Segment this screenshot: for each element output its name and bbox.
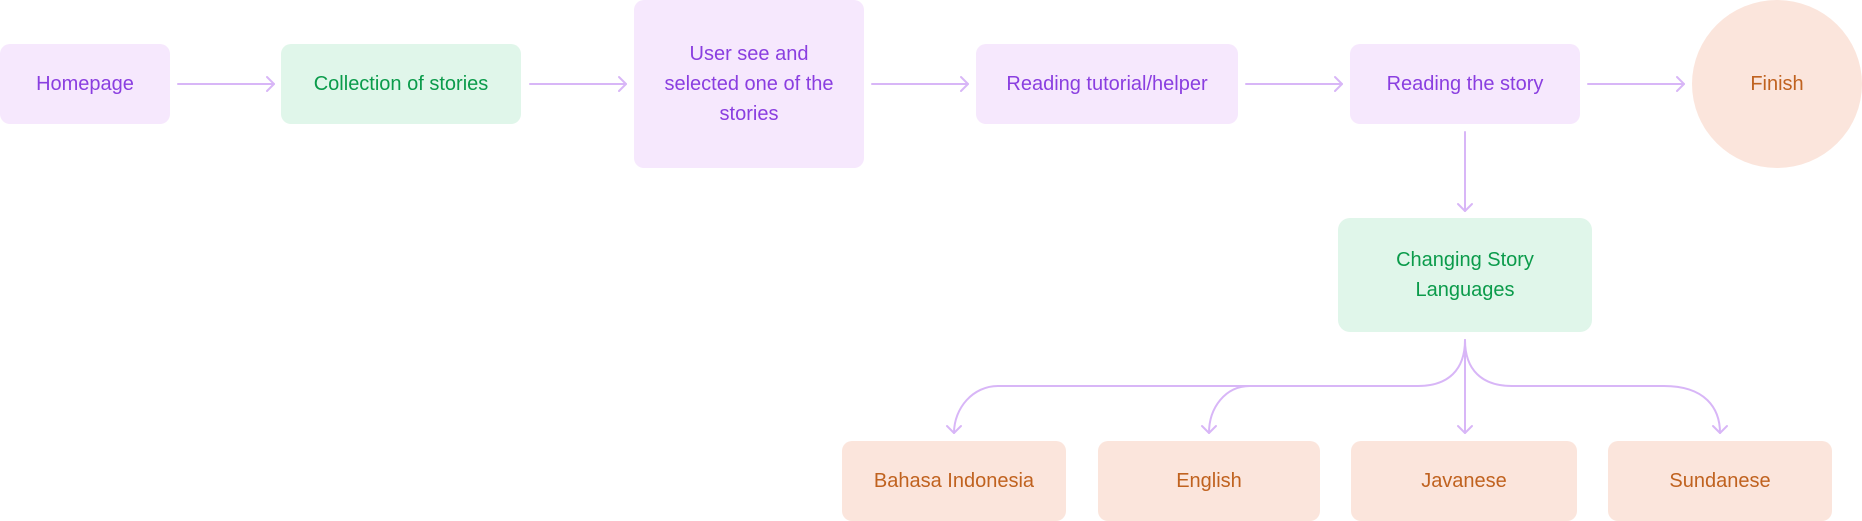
- node-tutorial-label: Reading tutorial/helper: [1006, 73, 1208, 95]
- node-finish-label: Finish: [1750, 73, 1804, 95]
- node-change-language-label: Changing Story Languages: [1396, 249, 1534, 301]
- edge-tutorial-reading: [1245, 76, 1343, 92]
- node-english-label: English: [1176, 470, 1242, 492]
- node-select-story-label: User see and selected one of the stories: [664, 43, 834, 125]
- edge-select-tutorial: [871, 76, 969, 92]
- edge-reading-finish: [1587, 76, 1685, 92]
- node-bahasa-indonesia[interactable]: Bahasa Indonesia: [842, 441, 1066, 521]
- node-reading-label: Reading the story: [1386, 73, 1544, 95]
- node-sundanese-label: Sundanese: [1669, 470, 1771, 492]
- node-collection-label: Collection of stories: [313, 73, 489, 95]
- edge-collection-select: [529, 76, 627, 92]
- node-javanese[interactable]: Javanese: [1351, 441, 1577, 521]
- node-bahasa-label: Bahasa Indonesia: [873, 470, 1035, 492]
- node-english[interactable]: English: [1098, 441, 1320, 521]
- edge-change-language-sundanese: [1464, 339, 1728, 434]
- edge-change-language-bahasa: [946, 385, 1251, 434]
- edge-change-language-javanese: [1457, 339, 1473, 434]
- node-reading-tutorial[interactable]: Reading tutorial/helper: [976, 44, 1238, 124]
- node-changing-story-languages[interactable]: Changing Story Languages: [1338, 218, 1592, 332]
- edge-reading-change-language: [1457, 131, 1473, 212]
- node-collection-of-stories[interactable]: Collection of stories: [281, 44, 521, 124]
- node-select-story[interactable]: User see and selected one of the stories: [634, 0, 864, 168]
- node-homepage[interactable]: Homepage: [0, 44, 170, 124]
- node-homepage-label: Homepage: [36, 73, 134, 95]
- edge-homepage-collection: [177, 76, 275, 92]
- edge-change-language-english: [1201, 339, 1466, 434]
- node-reading-the-story[interactable]: Reading the story: [1350, 44, 1580, 124]
- node-sundanese[interactable]: Sundanese: [1608, 441, 1832, 521]
- node-finish[interactable]: Finish: [1692, 0, 1862, 168]
- node-javanese-label: Javanese: [1421, 470, 1507, 492]
